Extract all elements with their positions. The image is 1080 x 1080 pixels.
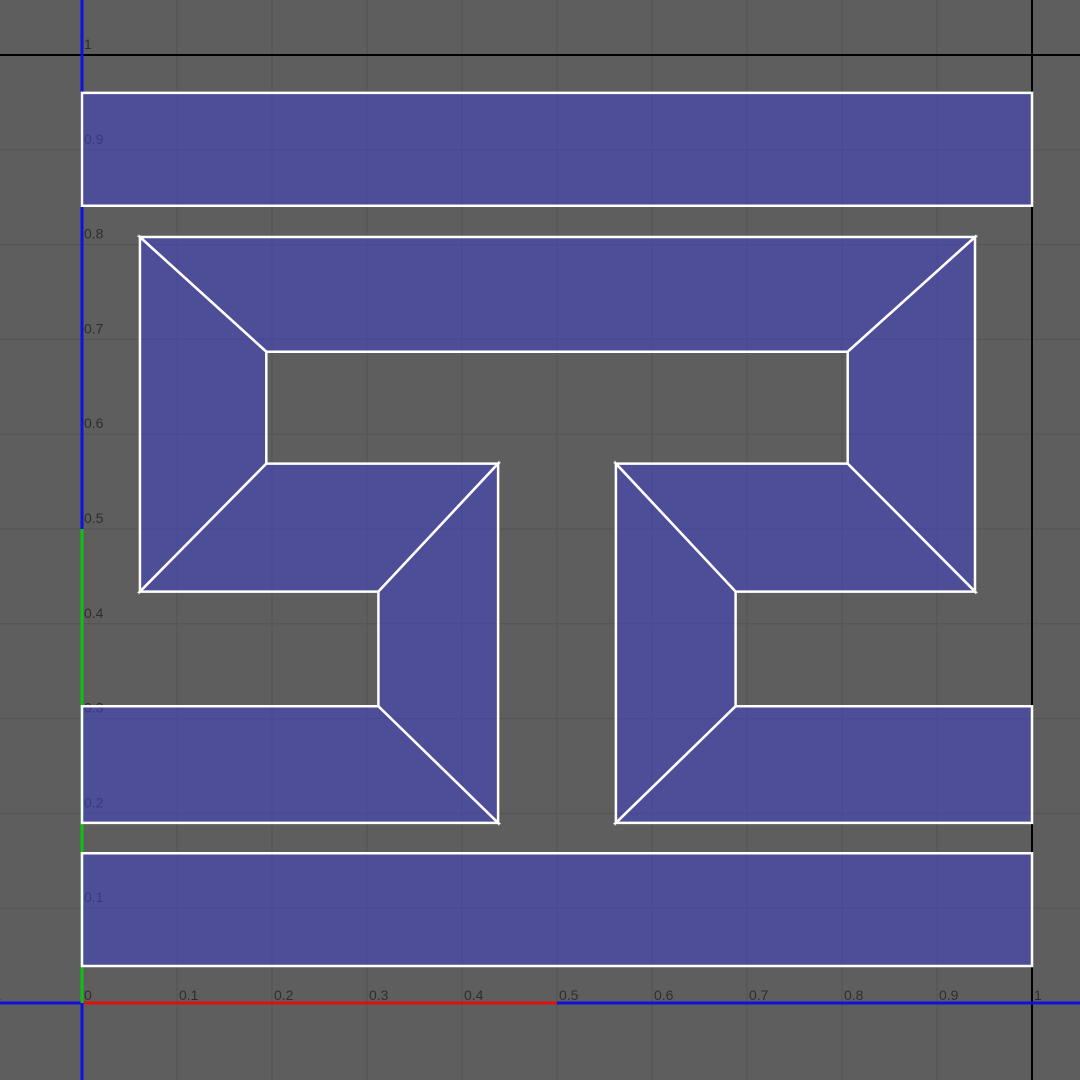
u-tick-label: 0.5 — [559, 987, 579, 1003]
v-tick-label: 0.4 — [84, 605, 104, 621]
v-tick-label: 0.5 — [84, 510, 104, 526]
uv-editor-viewport[interactable]: -0.100.10.20.30.40.50.60.70.80.910.10.20… — [0, 0, 1080, 1080]
uv-face-bottom-bar[interactable] — [80, 851, 1034, 968]
v-tick-label: 0.8 — [84, 226, 104, 242]
u-tick-label: 0.6 — [654, 987, 674, 1003]
u-tick-label: 1 — [1034, 987, 1042, 1003]
u-tick-label: 0.8 — [844, 987, 864, 1003]
u-tick-label: 0.2 — [274, 987, 294, 1003]
u-tick-label: 0.1 — [179, 987, 199, 1003]
uv-face-top-arm[interactable] — [136, 235, 979, 353]
u-tick-label: 0.9 — [939, 987, 959, 1003]
u-tick-label: 0.3 — [369, 987, 389, 1003]
uv-face-top-bar[interactable] — [80, 91, 1034, 207]
u-tick-label: 0.7 — [749, 987, 769, 1003]
u-tick-label: 0 — [84, 987, 92, 1003]
v-tick-label: 1 — [84, 36, 92, 52]
v-tick-label: 0.7 — [84, 320, 104, 336]
u-tick-label: -0.1 — [0, 987, 1, 1003]
u-tick-label: 0.4 — [464, 987, 484, 1003]
uv-canvas[interactable]: -0.100.10.20.30.40.50.60.70.80.910.10.20… — [0, 0, 1080, 1080]
v-tick-label: 0.6 — [84, 415, 104, 431]
